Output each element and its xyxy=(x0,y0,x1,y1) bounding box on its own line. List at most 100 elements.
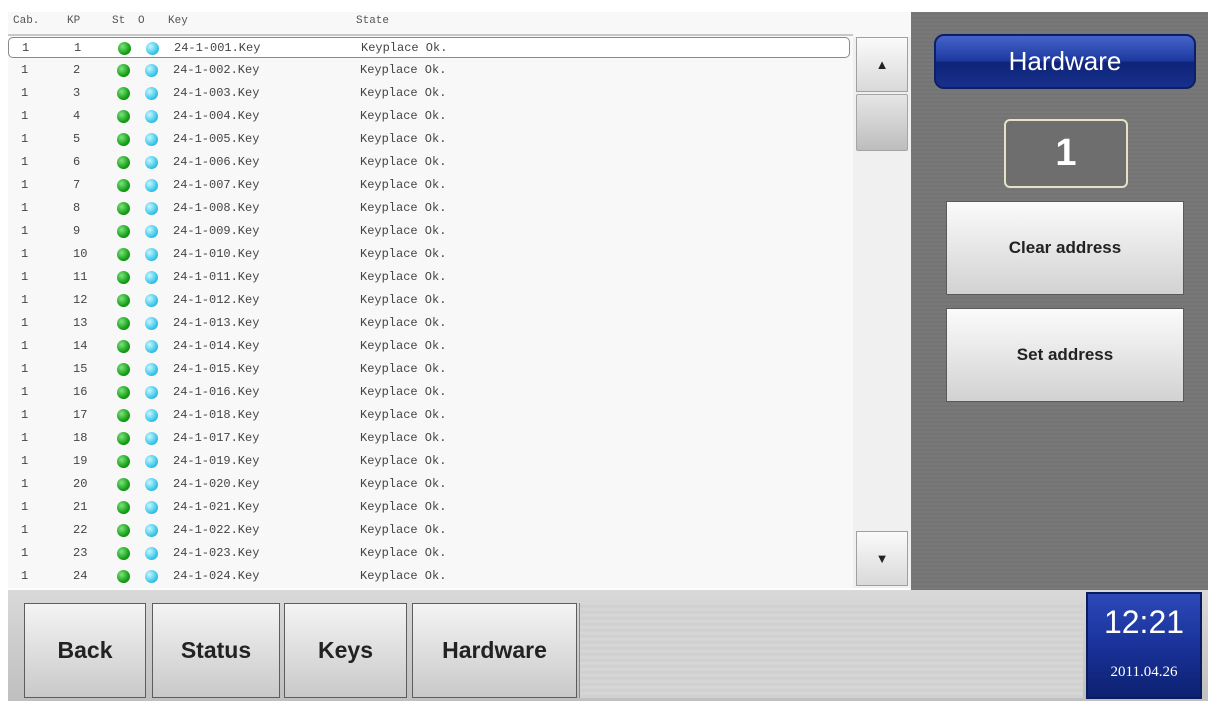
status-green-dot-icon xyxy=(117,340,130,353)
table-row[interactable]: 1 12 24-1-012.Key Keyplace Ok. xyxy=(8,290,850,311)
status-green-dot-icon xyxy=(117,87,130,100)
table-row[interactable]: 1 7 24-1-007.Key Keyplace Ok. xyxy=(8,175,850,196)
list-scrollbar[interactable]: ▲ ▼ xyxy=(853,37,911,588)
occupied-blue-dot-icon xyxy=(145,271,158,284)
occupied-blue-dot-icon xyxy=(145,386,158,399)
cell-state: Keyplace Ok. xyxy=(360,546,447,560)
status-green-dot-icon xyxy=(117,478,130,491)
table-row[interactable]: 1 10 24-1-010.Key Keyplace Ok. xyxy=(8,244,850,265)
status-green-dot-icon xyxy=(117,547,130,560)
occupied-blue-dot-icon xyxy=(145,87,158,100)
status-green-dot-icon xyxy=(117,248,130,261)
status-green-dot-icon xyxy=(117,133,130,146)
cell-key: 24-1-018.Key xyxy=(173,408,260,422)
key-list[interactable]: 1 1 24-1-001.Key Keyplace Ok. 1 2 24-1-002.Key… xyxy=(8,37,853,588)
table-row[interactable]: 1 24 24-1-024.Key Keyplace Ok. xyxy=(8,566,850,587)
cell-key: 24-1-010.Key xyxy=(173,247,260,261)
occupied-blue-dot-icon xyxy=(145,363,158,376)
table-row[interactable]: 1 3 24-1-003.Key Keyplace Ok. xyxy=(8,83,850,104)
occupied-blue-dot-icon xyxy=(145,409,158,422)
list-header: Cab. KP St O Key State xyxy=(8,12,853,34)
cell-key: 24-1-021.Key xyxy=(173,500,260,514)
table-row[interactable]: 1 1 24-1-001.Key Keyplace Ok. xyxy=(8,37,850,58)
cell-state: Keyplace Ok. xyxy=(360,362,447,376)
status-button[interactable]: Status xyxy=(152,603,280,698)
occupied-blue-dot-icon xyxy=(145,524,158,537)
cell-cab: 1 xyxy=(21,63,29,77)
table-row[interactable]: 1 11 24-1-011.Key Keyplace Ok. xyxy=(8,267,850,288)
table-row[interactable]: 1 6 24-1-006.Key Keyplace Ok. xyxy=(8,152,850,173)
table-row[interactable]: 1 2 24-1-002.Key Keyplace Ok. xyxy=(8,60,850,81)
back-button[interactable]: Back xyxy=(24,603,146,698)
occupied-blue-dot-icon xyxy=(145,156,158,169)
cell-key: 24-1-020.Key xyxy=(173,477,260,491)
cell-state: Keyplace Ok. xyxy=(360,385,447,399)
status-green-dot-icon xyxy=(118,42,131,55)
status-green-dot-icon xyxy=(117,570,130,583)
cell-kp: 5 xyxy=(73,132,81,146)
set-address-button[interactable]: Set address xyxy=(946,308,1184,402)
clock-date: 2011.04.26 xyxy=(1110,664,1178,680)
status-green-dot-icon xyxy=(117,409,130,422)
status-green-dot-icon xyxy=(117,501,130,514)
occupied-blue-dot-icon xyxy=(145,432,158,445)
status-green-dot-icon xyxy=(117,363,130,376)
table-row[interactable]: 1 23 24-1-023.Key Keyplace Ok. xyxy=(8,543,850,564)
cell-key: 24-1-008.Key xyxy=(173,201,260,215)
cell-cab: 1 xyxy=(21,385,29,399)
table-row[interactable]: 1 5 24-1-005.Key Keyplace Ok. xyxy=(8,129,850,150)
cell-cab: 1 xyxy=(21,247,29,261)
occupied-blue-dot-icon xyxy=(145,455,158,468)
hardware-button[interactable]: Hardware xyxy=(412,603,577,698)
occupied-blue-dot-icon xyxy=(145,133,158,146)
occupied-blue-dot-icon xyxy=(145,202,158,215)
status-green-dot-icon xyxy=(117,179,130,192)
status-green-dot-icon xyxy=(117,524,130,537)
cell-state: Keyplace Ok. xyxy=(360,293,447,307)
cell-key: 24-1-006.Key xyxy=(173,155,260,169)
cell-cab: 1 xyxy=(21,454,29,468)
table-row[interactable]: 1 15 24-1-015.Key Keyplace Ok. xyxy=(8,359,850,380)
cell-state: Keyplace Ok. xyxy=(360,477,447,491)
cell-cab: 1 xyxy=(21,86,29,100)
cell-cab: 1 xyxy=(21,339,29,353)
cell-key: 24-1-005.Key xyxy=(173,132,260,146)
table-row[interactable]: 1 17 24-1-018.Key Keyplace Ok. xyxy=(8,405,850,426)
occupied-blue-dot-icon xyxy=(145,501,158,514)
table-row[interactable]: 1 19 24-1-019.Key Keyplace Ok. xyxy=(8,451,850,472)
scroll-down-button[interactable]: ▼ xyxy=(856,531,908,586)
table-row[interactable]: 1 22 24-1-022.Key Keyplace Ok. xyxy=(8,520,850,541)
cell-key: 24-1-016.Key xyxy=(173,385,260,399)
cell-key: 24-1-017.Key xyxy=(173,431,260,445)
occupied-blue-dot-icon xyxy=(145,317,158,330)
table-row[interactable]: 1 18 24-1-017.Key Keyplace Ok. xyxy=(8,428,850,449)
clear-address-button[interactable]: Clear address xyxy=(946,201,1184,295)
table-row[interactable]: 1 21 24-1-021.Key Keyplace Ok. xyxy=(8,497,850,518)
status-green-dot-icon xyxy=(117,225,130,238)
keys-button[interactable]: Keys xyxy=(284,603,407,698)
cell-state: Keyplace Ok. xyxy=(360,247,447,261)
bottom-nav-bar: Back Status Keys Hardware 12:21 2011.04.… xyxy=(8,590,1208,701)
table-row[interactable]: 1 13 24-1-013.Key Keyplace Ok. xyxy=(8,313,850,334)
scroll-thumb[interactable] xyxy=(856,94,908,151)
table-row[interactable]: 1 9 24-1-009.Key Keyplace Ok. xyxy=(8,221,850,242)
table-row[interactable]: 1 16 24-1-016.Key Keyplace Ok. xyxy=(8,382,850,403)
table-row[interactable]: 1 14 24-1-014.Key Keyplace Ok. xyxy=(8,336,850,357)
table-row[interactable]: 1 20 24-1-020.Key Keyplace Ok. xyxy=(8,474,850,495)
cell-key: 24-1-014.Key xyxy=(173,339,260,353)
occupied-blue-dot-icon xyxy=(145,225,158,238)
cell-cab: 1 xyxy=(21,569,29,583)
col-header-cab: Cab. xyxy=(13,15,40,27)
cell-kp: 10 xyxy=(73,247,88,261)
table-row[interactable]: 1 4 24-1-004.Key Keyplace Ok. xyxy=(8,106,850,127)
cell-cab: 1 xyxy=(21,500,29,514)
status-green-dot-icon xyxy=(117,317,130,330)
occupied-blue-dot-icon xyxy=(145,110,158,123)
clock-display: 12:21 2011.04.26 xyxy=(1086,592,1202,699)
cell-cab: 1 xyxy=(21,293,29,307)
scroll-up-button[interactable]: ▲ xyxy=(856,37,908,92)
occupied-blue-dot-icon xyxy=(145,64,158,77)
status-green-dot-icon xyxy=(117,271,130,284)
cell-cab: 1 xyxy=(21,178,29,192)
table-row[interactable]: 1 8 24-1-008.Key Keyplace Ok. xyxy=(8,198,850,219)
